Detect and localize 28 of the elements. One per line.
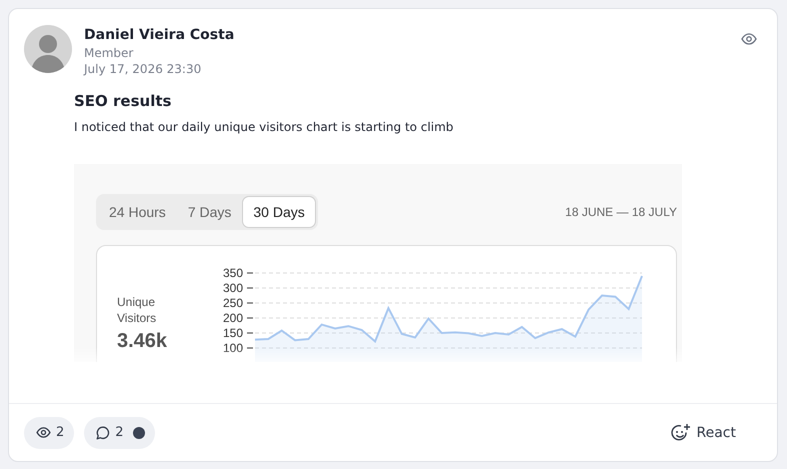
- y-tick-label: 150: [222, 326, 243, 340]
- eye-icon[interactable]: [741, 33, 757, 45]
- views-button[interactable]: 2: [24, 416, 74, 448]
- post-title: SEO results: [74, 92, 172, 110]
- post-timestamp: July 17, 2026 23:30: [84, 61, 202, 77]
- stat-value: 3.46k: [117, 330, 168, 353]
- y-tick-label: 250: [222, 296, 243, 310]
- react-button[interactable]: React: [664, 422, 742, 444]
- tick-mark: [246, 302, 254, 304]
- y-tick-label: 300: [222, 281, 243, 295]
- y-tick-label: 350: [222, 266, 243, 280]
- range-tab[interactable]: 7 Days: [178, 197, 242, 227]
- speech-bubble-icon: [96, 426, 110, 440]
- range-tab[interactable]: 24 Hours: [99, 197, 176, 227]
- tick-mark: [246, 332, 254, 334]
- stat-label: Unique Visitors: [117, 294, 158, 326]
- y-tick-label: 100: [222, 341, 243, 355]
- eye-icon: [36, 427, 51, 438]
- post-body: I noticed that our daily unique visitors chart is starting to climb: [74, 120, 454, 134]
- avatar-icon: [24, 25, 72, 73]
- comments-button[interactable]: 2: [84, 416, 155, 448]
- author-role: Member: [84, 45, 134, 61]
- range-tab[interactable]: 30 Days: [243, 197, 315, 227]
- tick-mark: [246, 272, 254, 274]
- author-name: Daniel Vieira Costa: [84, 26, 234, 45]
- date-range: 18 JUNE — 18 JULY: [565, 205, 677, 219]
- smiley-plus-icon: [670, 422, 691, 442]
- y-tick-label: 200: [222, 311, 243, 325]
